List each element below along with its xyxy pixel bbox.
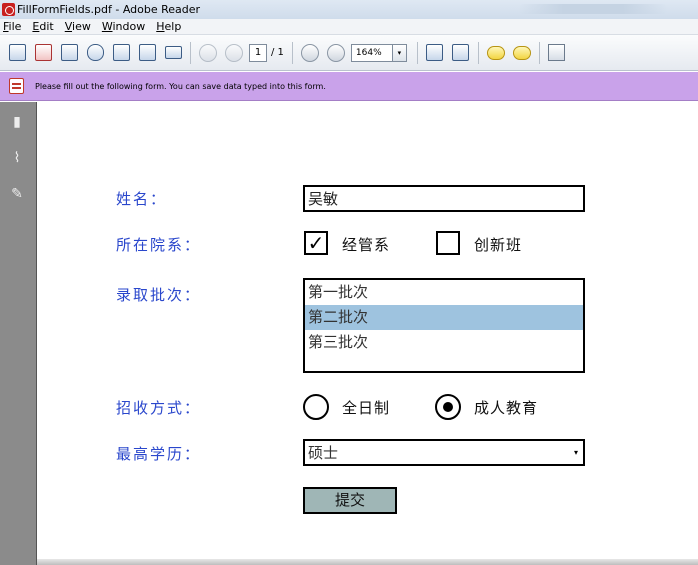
main-toolbar: 1 / 1 164% ▾ bbox=[0, 35, 698, 71]
radio-chengren[interactable] bbox=[435, 394, 461, 420]
arrow-up-icon bbox=[199, 43, 217, 62]
toolbar-separator bbox=[538, 41, 540, 64]
create-pdf-icon bbox=[34, 44, 52, 61]
window-title-bar: FillFormFields.pdf - Adobe Reader bbox=[0, 0, 698, 19]
check-mark-icon: ✓ bbox=[307, 231, 325, 255]
radio-selected-dot bbox=[443, 402, 453, 412]
toolbar-separator bbox=[190, 41, 191, 64]
plus-icon bbox=[326, 43, 345, 62]
batch-listbox[interactable]: 第一批次 第二批次 第三批次 bbox=[303, 278, 585, 373]
list-item-selected[interactable]: 第二批次 bbox=[305, 305, 583, 330]
degree-dropdown-value: 硕士 bbox=[308, 444, 339, 462]
menu-view[interactable]: View bbox=[65, 20, 91, 33]
page-number-input[interactable]: 1 bbox=[249, 43, 267, 62]
next-page-button[interactable] bbox=[223, 42, 245, 64]
arrow-down-icon bbox=[225, 43, 243, 62]
signatures-icon[interactable]: ✎ bbox=[9, 186, 25, 202]
print-button[interactable] bbox=[136, 42, 158, 64]
save-icon bbox=[112, 44, 130, 61]
degree-dropdown[interactable]: 硕士 ▾ bbox=[303, 439, 585, 466]
form-message-text: Please fill out the following form. You … bbox=[35, 81, 326, 91]
previous-page-button[interactable] bbox=[197, 42, 219, 64]
fit-width-button[interactable] bbox=[450, 42, 472, 64]
highlight-button[interactable] bbox=[511, 42, 533, 64]
menu-edit[interactable]: Edit bbox=[32, 20, 53, 33]
batch-label: 录取批次： bbox=[116, 286, 202, 304]
checkbox-chuangxin[interactable] bbox=[436, 231, 460, 255]
minus-icon bbox=[300, 43, 319, 62]
edit-button[interactable] bbox=[58, 42, 80, 64]
zoom-level-input[interactable]: 164% bbox=[350, 43, 393, 62]
print-icon bbox=[138, 44, 156, 61]
fit-page-button[interactable] bbox=[424, 42, 446, 64]
menu-bar: File Edit View Window Help bbox=[0, 19, 698, 35]
fit-width-icon bbox=[452, 44, 470, 61]
cloud-upload-icon bbox=[86, 44, 104, 61]
open-button[interactable] bbox=[6, 42, 28, 64]
checkbox-jingguan[interactable]: ✓ bbox=[304, 231, 328, 255]
adobe-reader-icon bbox=[2, 3, 15, 16]
upload-button[interactable] bbox=[84, 42, 106, 64]
menu-help[interactable]: Help bbox=[156, 20, 181, 33]
radio-chengren-label: 成人教育 bbox=[474, 399, 539, 417]
email-button[interactable] bbox=[162, 42, 184, 64]
full-screen-button[interactable] bbox=[546, 42, 568, 64]
list-item[interactable]: 第三批次 bbox=[305, 330, 583, 355]
degree-label: 最高学历： bbox=[116, 445, 202, 463]
create-pdf-button[interactable] bbox=[32, 42, 54, 64]
zoom-in-button[interactable] bbox=[325, 42, 347, 64]
radio-quanrizhi-label: 全日制 bbox=[342, 399, 391, 417]
radio-quanrizhi[interactable] bbox=[303, 394, 329, 420]
name-field[interactable]: 吴敏 bbox=[303, 185, 585, 212]
page-total: / 1 bbox=[271, 47, 284, 58]
form-document-icon bbox=[9, 78, 24, 94]
checkbox-jingguan-label: 经管系 bbox=[342, 236, 391, 254]
toolbar-separator bbox=[477, 41, 479, 64]
checkbox-chuangxin-label: 创新班 bbox=[474, 236, 523, 254]
window-title: FillFormFields.pdf - Adobe Reader bbox=[17, 3, 201, 16]
comment-bubble-icon bbox=[486, 45, 505, 60]
name-label: 姓名： bbox=[116, 190, 168, 208]
form-message-bar: Please fill out the following form. You … bbox=[0, 72, 698, 101]
pages-icon[interactable]: ▮ bbox=[9, 114, 25, 130]
toolbar-separator bbox=[291, 41, 293, 64]
email-icon bbox=[164, 46, 182, 59]
navigation-pane: ▮ ⌇ ✎ bbox=[0, 102, 36, 565]
zoom-out-button[interactable] bbox=[299, 42, 321, 64]
expand-icon bbox=[548, 44, 566, 61]
submit-button[interactable]: 提交 bbox=[303, 487, 397, 514]
edit-icon bbox=[60, 44, 78, 61]
toolbar-separator bbox=[416, 41, 418, 64]
list-item[interactable]: 第一批次 bbox=[305, 280, 583, 305]
department-label: 所在院系： bbox=[116, 236, 202, 254]
comment-button[interactable] bbox=[485, 42, 507, 64]
highlight-comment-icon bbox=[512, 45, 531, 60]
save-button[interactable] bbox=[110, 42, 132, 64]
zoom-dropdown-button[interactable]: ▾ bbox=[392, 43, 407, 62]
open-icon bbox=[8, 44, 26, 61]
fit-page-icon bbox=[426, 44, 444, 61]
menu-file[interactable]: File bbox=[3, 20, 21, 33]
title-bar-blurred-area bbox=[518, 4, 668, 14]
menu-window[interactable]: Window bbox=[102, 20, 145, 33]
mode-label: 招收方式： bbox=[116, 399, 202, 417]
attachments-icon[interactable]: ⌇ bbox=[9, 150, 25, 166]
chevron-down-icon: ▾ bbox=[574, 448, 579, 457]
